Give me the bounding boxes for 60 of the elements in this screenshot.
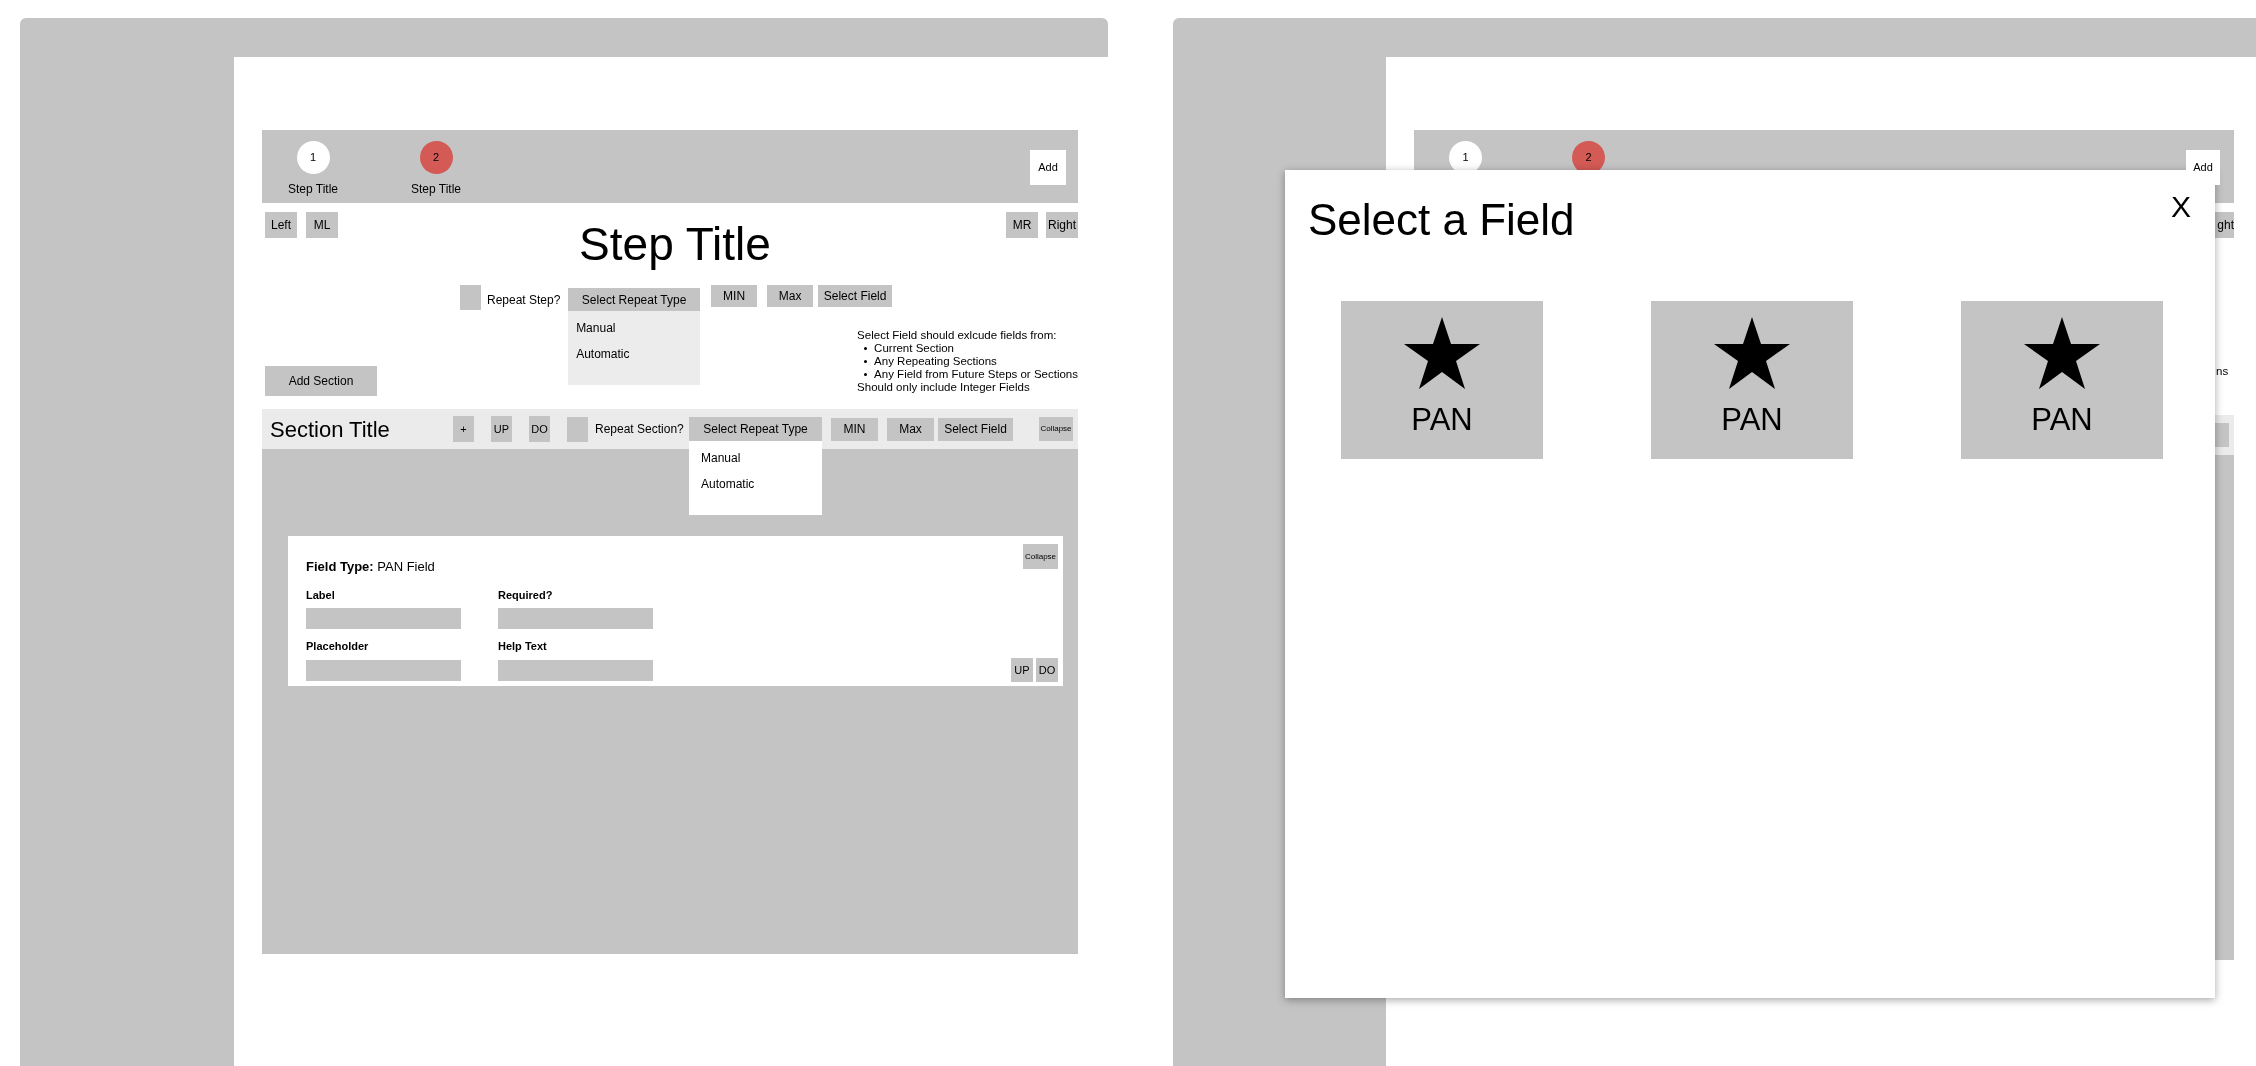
note-text: Select Field should exlcude fields from:: [857, 329, 1058, 342]
repeat-type-dropdown[interactable]: Select Repeat Type: [568, 288, 701, 311]
modal-title: Select a Field: [1308, 198, 1575, 242]
dropdown-option[interactable]: Manual: [576, 319, 701, 337]
checkbox[interactable]: [460, 285, 481, 310]
input-field[interactable]: [306, 608, 461, 629]
add-button[interactable]: Add: [1030, 150, 1066, 185]
button[interactable]: Right: [1046, 212, 1078, 238]
field-label: Label: [306, 587, 336, 603]
repeat-section-label: Repeat Section?: [594, 421, 685, 438]
section-title: Section Title: [269, 415, 391, 444]
field-label: Placeholder: [306, 639, 370, 654]
input-field[interactable]: [498, 608, 653, 629]
button[interactable]: MIN: [711, 285, 758, 307]
checkbox[interactable]: [567, 416, 588, 442]
button[interactable]: ML: [306, 212, 338, 238]
button[interactable]: UP: [491, 416, 512, 442]
field-option-card[interactable]: PAN: [1961, 301, 2163, 459]
button[interactable]: ght: [2214, 212, 2234, 238]
step-label: Step Title: [288, 181, 338, 198]
field-label: Required?: [498, 587, 554, 603]
collapse-button[interactable]: Collapse: [1039, 417, 1073, 441]
field-option-card[interactable]: PAN: [1341, 301, 1543, 459]
star-icon: [2024, 317, 2100, 389]
repeat-step-label: Repeat Step?: [486, 292, 562, 309]
note-item: Any Field from Future Steps or Sections: [874, 368, 1078, 381]
button[interactable]: MR: [1006, 212, 1038, 238]
input-field[interactable]: [498, 659, 653, 681]
button[interactable]: Max: [887, 417, 934, 441]
star-icon: [1714, 317, 1790, 389]
star-icon: [1404, 317, 1480, 389]
button[interactable]: MIN: [831, 417, 878, 441]
button[interactable]: DO: [529, 416, 550, 442]
button[interactable]: Left: [265, 212, 297, 238]
button[interactable]: DO: [1036, 658, 1058, 682]
input-field[interactable]: [306, 659, 461, 681]
note-text: ns: [2216, 364, 2230, 379]
step-label: Step Title: [411, 181, 461, 198]
note-item: Current Section: [874, 342, 954, 355]
dropdown-option[interactable]: Automatic: [576, 345, 701, 363]
dropdown-option[interactable]: Manual: [701, 449, 822, 467]
button[interactable]: Select Field: [818, 285, 893, 307]
button[interactable]: Max: [767, 285, 814, 307]
button[interactable]: Select Field: [938, 417, 1013, 441]
bullet-icon: [864, 360, 868, 363]
collapse-button[interactable]: Collapse: [1023, 544, 1058, 569]
add-button[interactable]: Add: [2186, 150, 2220, 185]
note-item: Any Repeating Sections: [874, 355, 997, 368]
close-button[interactable]: X: [2171, 192, 2191, 222]
field-option-card[interactable]: PAN: [1651, 301, 1853, 459]
field-type-text: Field Type: PAN Field: [306, 558, 436, 576]
bullet-icon: [864, 347, 868, 350]
bullet-icon: [864, 373, 868, 376]
dropdown-option[interactable]: Automatic: [701, 475, 822, 493]
note-text: Should only include Integer Fields: [857, 381, 1031, 394]
button[interactable]: +: [453, 416, 474, 442]
button[interactable]: UP: [1011, 658, 1033, 682]
add-section-button[interactable]: Add Section: [265, 366, 377, 396]
field-label: Help Text: [498, 639, 548, 654]
repeat-type-dropdown[interactable]: Select Repeat Type: [689, 417, 822, 441]
